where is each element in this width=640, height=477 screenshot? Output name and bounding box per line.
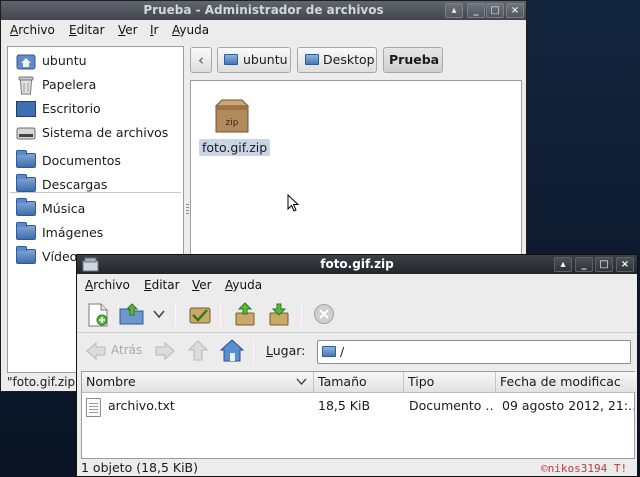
archive-manager-titlebar[interactable]: foto.gif.zip ▴ _ □ × [77,255,637,274]
column-header-tipo[interactable]: Tipo [404,372,496,393]
add-files-icon[interactable] [267,302,291,327]
chevron-down-icon[interactable] [153,310,165,319]
folder-icon [16,174,36,192]
arrow-right-icon [155,341,175,361]
am-close-button[interactable]: × [616,257,634,272]
back-button: Atrás [85,339,145,363]
path-crumb-prueba[interactable]: Prueba [383,47,443,73]
am-menu-ayuda[interactable]: Ayuda [225,278,262,292]
desktop-icon [305,54,319,65]
am-menu-editar[interactable]: Editar [144,278,180,292]
sidebar-item-documentos[interactable]: Documentos [12,150,182,171]
column-header-nombre[interactable]: Nombre [82,372,314,393]
cell-type: Documento … [409,398,495,413]
sidebar-item-descargas[interactable]: Descargas [12,174,182,195]
am-pin-button[interactable]: ▴ [554,257,572,272]
folder-icon [322,346,336,357]
desktop-icon [16,101,36,117]
fm-restore-button[interactable]: □ [486,3,504,18]
archive-manager-title: foto.gif.zip [320,257,394,271]
location-input[interactable]: / [317,340,631,364]
cell-name: archivo.txt [108,398,175,413]
fm-menubar: Archivo Editar Ver Ir Ayuda [1,20,526,41]
am-menubar: Archivo Editar Ver Ayuda [77,274,637,297]
svg-text:zip: zip [226,118,239,128]
pane-resize-handle[interactable] [186,204,189,214]
stop-icon [314,304,334,324]
path-crumb-ubuntu[interactable]: ubuntu [217,47,291,73]
mouse-cursor-icon [287,194,299,212]
toolbar-separator [301,303,302,327]
am-main-toolbar [77,297,637,333]
path-back-button[interactable]: ‹ [190,47,212,73]
am-menu-archivo[interactable]: Archivo [85,278,130,292]
toolbar-separator [220,303,221,327]
am-minimize-button[interactable]: _ [575,257,593,272]
am-menu-ver[interactable]: Ver [192,278,212,292]
file-item-label: foto.gif.zip [199,139,271,156]
fm-close-button[interactable]: × [506,3,524,18]
fm-menu-ayuda[interactable]: Ayuda [172,23,209,37]
folder-icon [16,150,36,168]
folder-icon [16,198,36,216]
folder-icon [16,222,36,240]
toolbar-separator [253,340,254,364]
zip-archive-icon: zip [214,99,250,133]
chevron-left-icon: ‹ [198,51,204,69]
archive-manager-window: foto.gif.zip ▴ _ □ × Archivo Editar Ver … [76,254,638,477]
fm-minimize-button[interactable]: _ [467,3,485,18]
archive-manager-app-icon [82,257,99,272]
sidebar-item-imagenes[interactable]: Imágenes [12,222,182,243]
file-manager-titlebar[interactable]: Prueba - Administrador de archivos ▴ _ □… [1,1,526,20]
cell-size: 18,5 KiB [318,398,371,413]
file-manager-title: Prueba - Administrador de archivos [143,3,384,17]
harddisk-icon [16,127,36,140]
extract-icon[interactable] [233,302,257,327]
test-archive-icon[interactable] [188,303,212,327]
sidebar-item-escritorio[interactable]: Escritorio [12,99,182,119]
sidebar-item-musica[interactable]: Música [12,198,182,219]
home-folder-icon [16,54,36,70]
location-label: Lugar: [266,343,306,358]
new-archive-icon[interactable] [87,303,109,327]
toolbar-separator [175,303,176,327]
arrow-left-icon [86,341,106,361]
home-icon[interactable] [220,339,244,362]
fm-maximize-button[interactable]: ▴ [445,3,463,18]
arrow-up-icon [188,340,208,361]
fm-menu-archivo[interactable]: Archivo [10,23,55,37]
column-header-tamano[interactable]: Tamaño [314,372,404,393]
sidebar-item-papelera[interactable]: Papelera [12,75,182,95]
trash-icon [18,76,34,95]
sidebar-item-ubuntu[interactable]: ubuntu [12,51,182,71]
open-folder-icon[interactable] [119,303,145,325]
am-statusbar: 1 objeto (18,5 KiB) [81,460,198,475]
fm-menu-ir[interactable]: Ir [150,23,158,37]
archive-file-list[interactable]: Nombre Tamaño Tipo Fecha de modificac ar… [81,371,636,459]
watermark-text: ©nikos3194 T! [541,462,628,475]
column-header-fecha[interactable]: Fecha de modificac [496,372,636,393]
home-folder-icon [224,54,238,65]
cell-date: 09 agosto 2012, 21:… [502,398,634,413]
sort-chevron-down-icon [296,378,307,386]
sidebar-item-sistema-de-archivos[interactable]: Sistema de archivos [12,123,182,143]
folder-icon [16,246,36,264]
text-file-icon [86,398,101,417]
fm-menu-editar[interactable]: Editar [69,23,105,37]
fm-menu-ver[interactable]: Ver [118,23,138,37]
am-maximize-button[interactable]: □ [595,257,613,272]
path-crumb-desktop[interactable]: Desktop [297,47,377,73]
